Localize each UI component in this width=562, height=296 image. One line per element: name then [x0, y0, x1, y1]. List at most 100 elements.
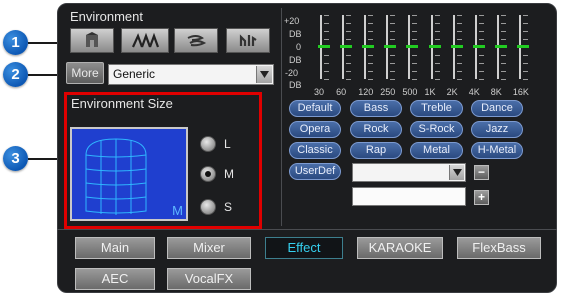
eq-frequency-label: 4K	[468, 87, 480, 97]
preset-metal[interactable]: Metal	[410, 142, 463, 159]
tab-karaoke[interactable]: KARAOKE	[357, 237, 443, 259]
eq-slider-knob[interactable]	[516, 45, 529, 48]
preset-userdef[interactable]: UserDef	[289, 163, 341, 180]
remove-preset-button[interactable]: −	[474, 165, 489, 180]
eq-slider-250[interactable]	[384, 15, 398, 80]
db-unit-label: DB	[289, 55, 302, 65]
environment-button-stage[interactable]	[121, 28, 169, 53]
eq-slider-knob[interactable]	[428, 45, 441, 48]
eq-slider-knob[interactable]	[384, 45, 397, 48]
eq-slider-1K[interactable]	[428, 15, 443, 80]
eq-slider-tick	[412, 55, 418, 56]
eq-slider-knob[interactable]	[450, 45, 463, 48]
eq-slider-tick	[412, 15, 418, 16]
eq-slider-knob[interactable]	[318, 45, 330, 48]
preset-bass[interactable]: Bass	[350, 100, 402, 117]
eq-slider-4K[interactable]	[472, 15, 487, 80]
eq-slider-tick	[522, 71, 528, 72]
room-size-icon	[85, 138, 147, 215]
tab-aec[interactable]: AEC	[75, 268, 155, 290]
preset-s-rock[interactable]: S-Rock	[410, 121, 463, 138]
eq-slider-tick	[522, 79, 528, 80]
eq-slider-tick	[456, 15, 462, 16]
radio-s[interactable]	[200, 199, 216, 215]
eq-frequency-label: 250	[380, 87, 396, 97]
eq-slider-tick	[368, 39, 374, 40]
eq-slider-tick	[500, 71, 506, 72]
eq-slider-tick	[412, 71, 418, 72]
callout-2: 2	[3, 62, 28, 87]
environment-button-room[interactable]	[70, 28, 114, 53]
eq-frequency-label: 500	[402, 87, 418, 97]
tab-effect[interactable]: Effect	[265, 237, 343, 259]
eq-slider-tick	[522, 23, 528, 24]
eq-slider-knob[interactable]	[340, 45, 353, 48]
eq-slider-tick	[456, 63, 462, 64]
preset-opera[interactable]: Opera	[289, 121, 341, 138]
tab-flexbass[interactable]: FlexBass	[457, 237, 541, 259]
add-preset-button[interactable]: +	[474, 190, 489, 205]
eq-slider-60[interactable]	[340, 15, 354, 80]
eq-slider-16K[interactable]	[516, 15, 531, 80]
environment-preset-value: Generic	[113, 67, 156, 81]
tab-main[interactable]: Main	[75, 237, 155, 259]
radio-l[interactable]	[200, 136, 216, 152]
eq-slider-tick	[456, 71, 462, 72]
eq-slider-tick	[324, 63, 329, 64]
tab-vocalfx[interactable]: VocalFX	[167, 268, 251, 290]
eq-slider-tick	[324, 15, 329, 16]
preset-rap[interactable]: Rap	[350, 142, 402, 159]
eq-slider-tick	[412, 23, 418, 24]
eq-slider-tick	[368, 71, 374, 72]
eq-slider-tick	[434, 71, 440, 72]
eq-slider-knob[interactable]	[472, 45, 485, 48]
db-unit-label: DB	[289, 80, 302, 90]
eq-slider-knob[interactable]	[494, 45, 507, 48]
eq-slider-tick	[434, 23, 440, 24]
eq-slider-tick	[346, 39, 352, 40]
environment-button-hall[interactable]	[226, 28, 270, 53]
eq-slider-tick	[478, 79, 484, 80]
eq-slider-500[interactable]	[406, 15, 420, 80]
radio-m[interactable]	[200, 166, 216, 182]
size-option-s-label: S	[224, 200, 233, 214]
tab-mixer[interactable]: Mixer	[167, 237, 251, 259]
eq-slider-30[interactable]	[318, 15, 332, 80]
preset-dance[interactable]: Dance	[471, 100, 523, 117]
eq-slider-tick	[434, 55, 440, 56]
preset-classic[interactable]: Classic	[289, 142, 341, 159]
room-size-preview[interactable]: M	[70, 127, 188, 221]
preset-jazz[interactable]: Jazz	[471, 121, 523, 138]
size-option-m[interactable]: M	[200, 166, 234, 182]
eq-frequency-label: 120	[358, 87, 374, 97]
eq-slider-tick	[478, 31, 484, 32]
eq-slider-8K[interactable]	[494, 15, 509, 80]
more-button[interactable]: More	[66, 62, 104, 84]
room-icon	[86, 31, 98, 47]
size-option-l[interactable]: L	[200, 136, 231, 152]
preset-h-metal[interactable]: H-Metal	[471, 142, 523, 159]
eq-slider-tick	[456, 31, 462, 32]
eq-slider-tick	[478, 63, 484, 64]
eq-slider-tick	[390, 23, 396, 24]
eq-slider-tick	[500, 63, 506, 64]
eq-slider-120[interactable]	[362, 15, 376, 80]
preset-default[interactable]: Default	[289, 100, 341, 117]
eq-slider-tick	[412, 79, 418, 80]
room-size-indicator: M	[172, 203, 183, 218]
db-unit-label: DB	[289, 29, 302, 39]
eq-slider-2K[interactable]	[450, 15, 465, 80]
eq-slider-tick	[522, 15, 528, 16]
eq-slider-tick	[412, 31, 418, 32]
preset-treble[interactable]: Treble	[410, 100, 463, 117]
eq-slider-tick	[324, 23, 329, 24]
eq-slider-knob[interactable]	[362, 45, 375, 48]
environment-button-wind[interactable]	[174, 28, 218, 53]
userdef-name-input[interactable]	[352, 187, 466, 206]
eq-slider-tick	[324, 55, 329, 56]
size-option-s[interactable]: S	[200, 199, 232, 215]
environment-preset-select[interactable]: Generic	[108, 64, 274, 85]
eq-slider-knob[interactable]	[406, 45, 419, 48]
userdef-preset-select[interactable]	[352, 163, 466, 182]
preset-rock[interactable]: Rock	[350, 121, 402, 138]
